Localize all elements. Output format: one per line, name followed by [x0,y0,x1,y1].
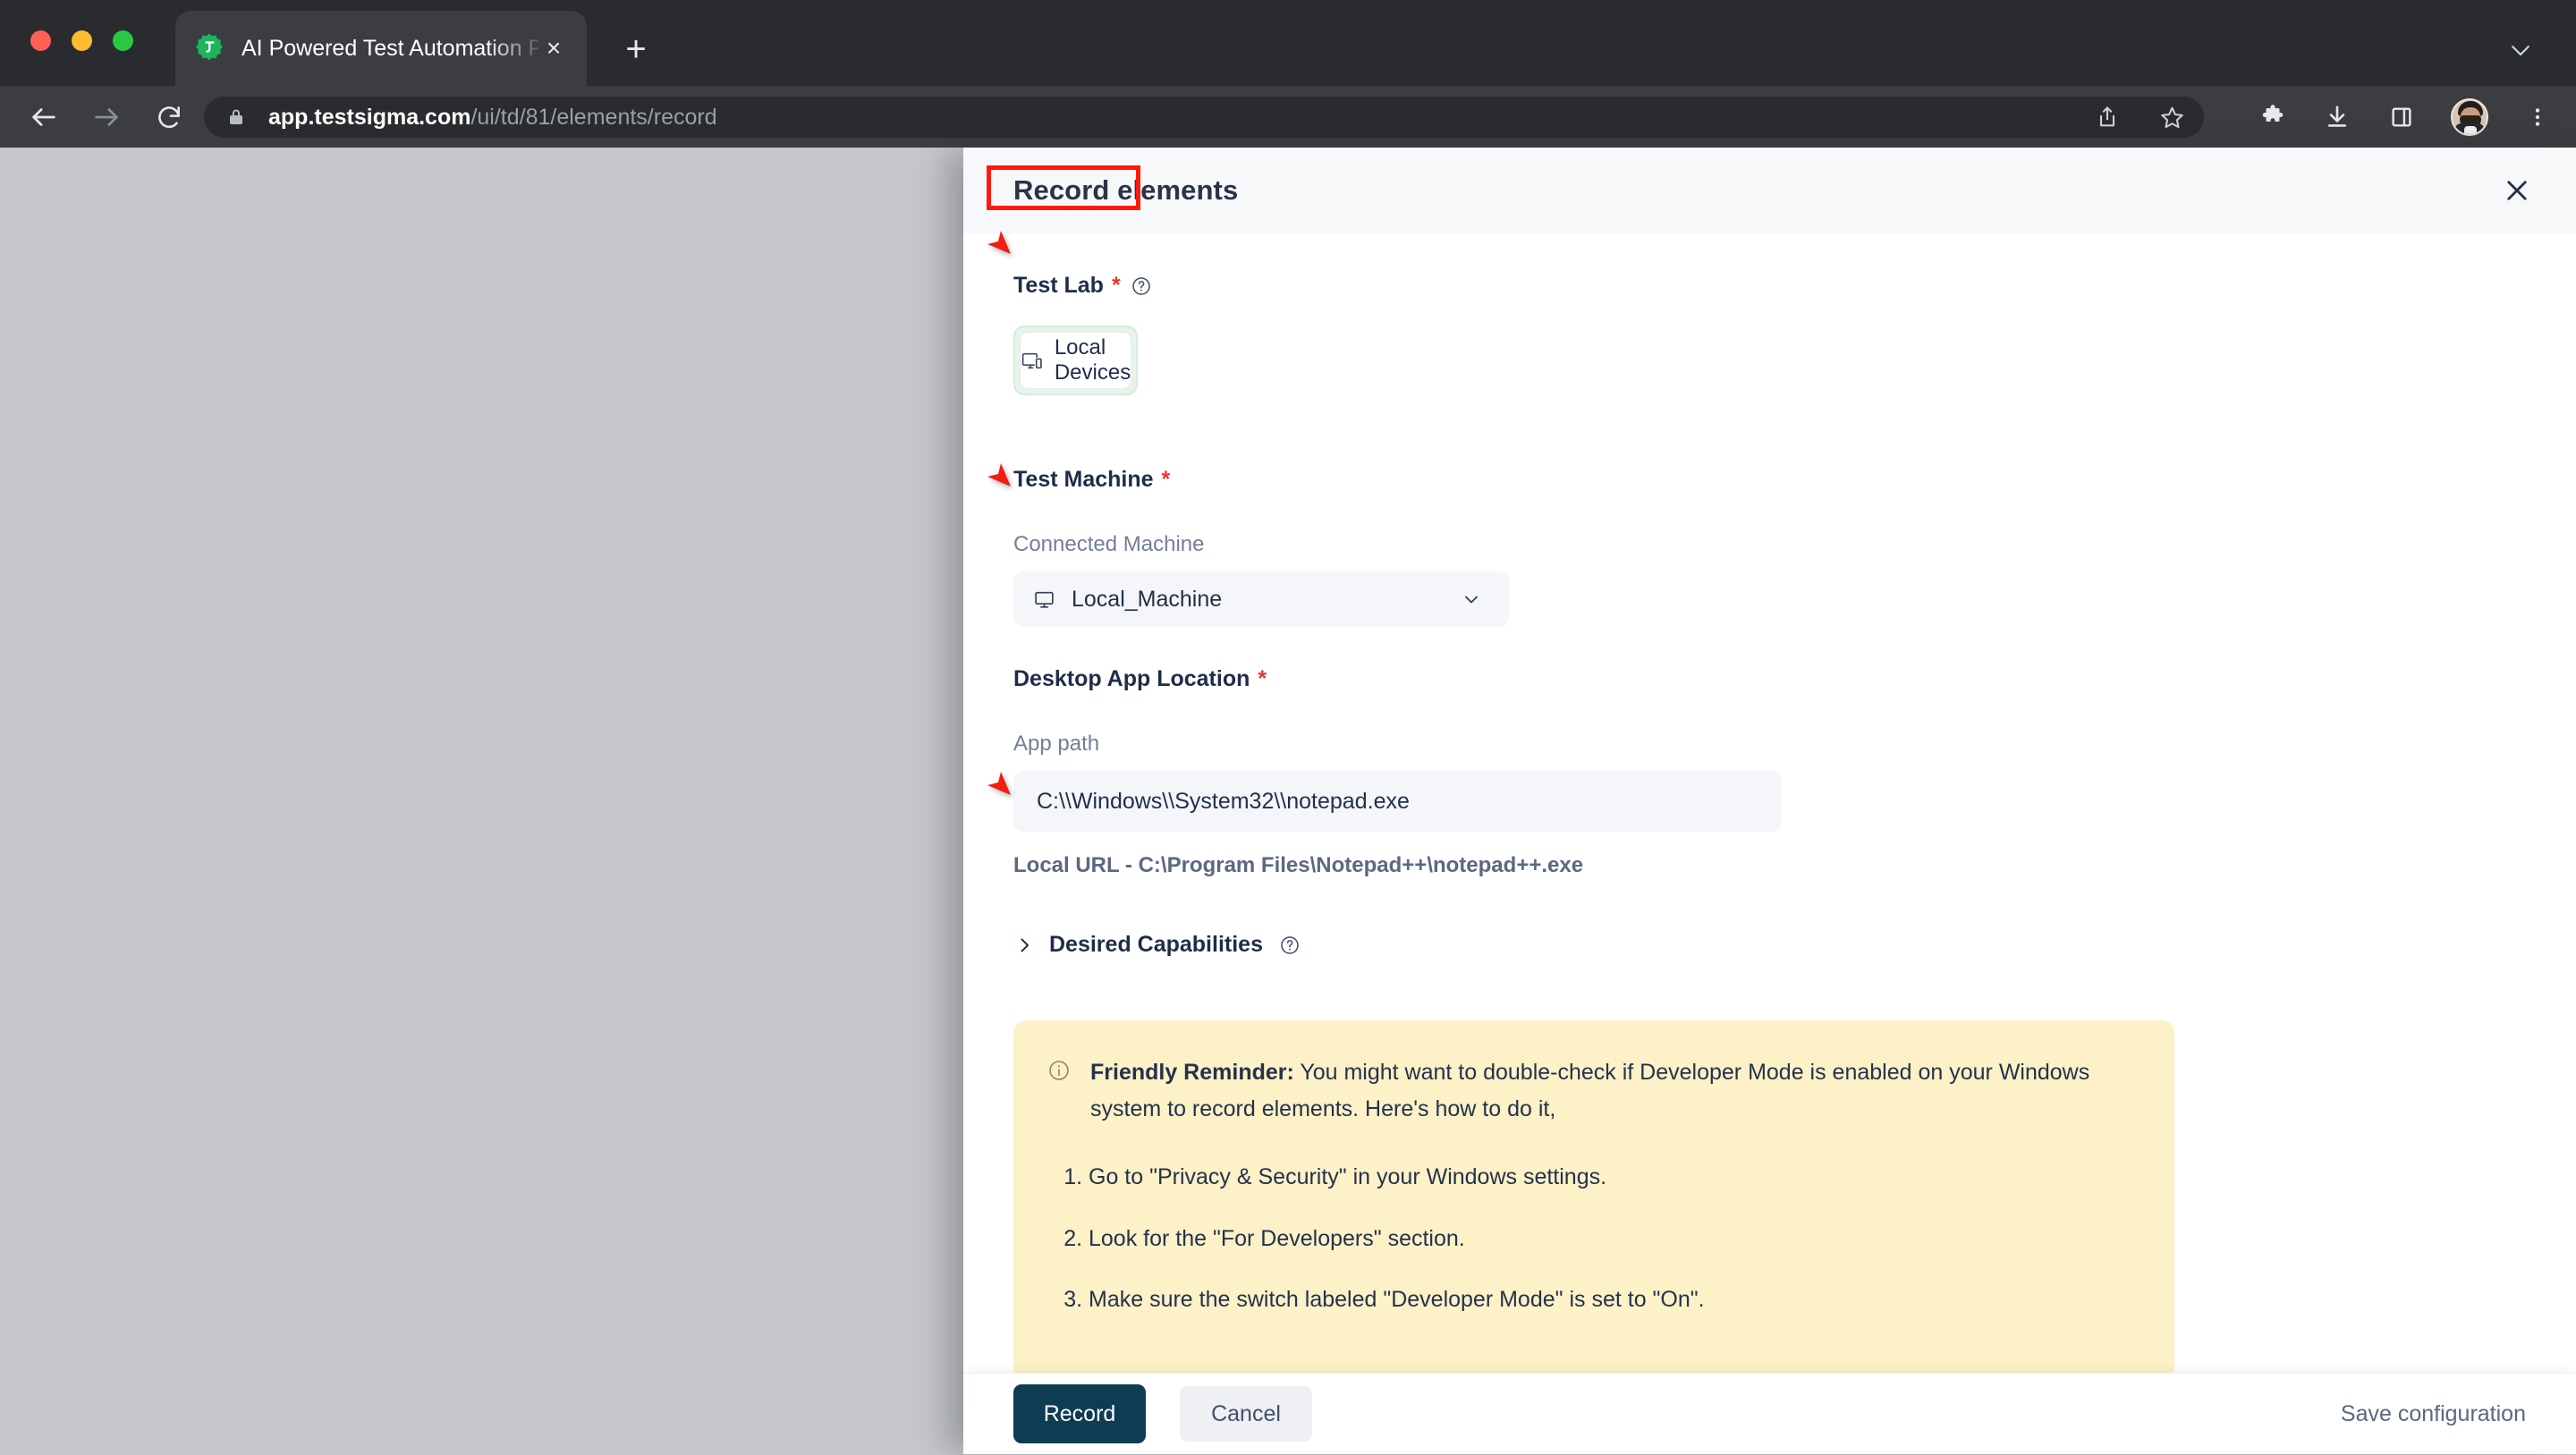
side-panel-icon[interactable] [2386,102,2417,132]
desktop-app-location-label-text: Desktop App Location [1013,666,1250,691]
test-lab-option-selected-ring: Local Devices [1013,326,1138,395]
share-icon[interactable] [2093,103,2122,131]
modal-body: Test Lab * Local Devices Test Machine * … [963,233,2576,1373]
connected-machine-label: Connected Machine [1013,532,1205,556]
window-traffic-lights [30,30,133,51]
close-window-button[interactable] [30,30,51,51]
chevron-down-icon[interactable] [2501,30,2540,70]
connected-machine-value: Local_Machine [1072,586,1223,612]
list-item: Look for the "For Developers" section. [1089,1221,2135,1257]
devices-icon [1021,350,1043,372]
desired-capabilities-label: Desired Capabilities [1049,932,1263,957]
app-path-hint: Local URL - C:\Program Files\Notepad++\n… [1013,853,1584,877]
download-icon[interactable] [2322,102,2352,132]
back-arrow-icon[interactable] [20,93,68,141]
required-asterisk: * [1111,273,1121,298]
testsigma-logo-icon [193,32,225,64]
desktop-app-location-label: Desktop App Location * [1013,666,2526,692]
chevron-down-icon[interactable] [1461,571,1482,627]
maximize-window-button[interactable] [113,30,133,51]
reload-icon[interactable] [145,93,193,141]
modal-footer: Record Cancel Save configuration [963,1373,2576,1454]
browser-toolbar: app.testsigma.com/ui/td/81/elements/reco… [0,86,2576,148]
connected-machine-select[interactable]: Local_Machine [1013,571,1509,627]
test-lab-label: Test Lab * [1013,273,2526,299]
record-elements-modal: Record elements Test Lab * Local Devices… [963,148,2576,1454]
chevron-right-icon [1013,935,1035,956]
close-icon[interactable] [2497,171,2537,210]
reminder-steps: Go to "Privacy & Security" in your Windo… [1089,1159,2135,1318]
tab-title: AI Powered Test Automation Pl [242,35,538,61]
address-bar-url: app.testsigma.com/ui/td/81/elements/reco… [268,105,717,131]
omnibox-actions [2093,97,2186,138]
question-circle-icon[interactable] [1279,935,1301,956]
url-path: /ui/td/81/elements/record [470,104,717,130]
question-circle-icon[interactable] [1131,275,1152,297]
test-machine-label-text: Test Machine [1013,467,1154,492]
required-asterisk: * [1258,666,1267,691]
desired-capabilities-toggle[interactable]: Desired Capabilities [1013,932,2526,958]
required-asterisk: * [1161,467,1171,492]
page-title: Record elements [1013,174,1239,206]
browser-chrome: AI Powered Test Automation Pl × + app.te… [0,0,2576,148]
browser-tab[interactable]: AI Powered Test Automation Pl × [175,11,587,86]
lock-icon [225,106,249,128]
tab-close-icon[interactable]: × [538,33,569,63]
list-item: Go to "Privacy & Security" in your Windo… [1089,1159,2135,1196]
test-lab-option-label: Local Devices [1054,335,1131,385]
list-item: Make sure the switch labeled "Developer … [1089,1282,2135,1318]
test-lab-option-local-devices[interactable]: Local Devices [1020,332,1131,389]
forward-arrow-icon[interactable] [82,93,131,141]
test-lab-label-text: Test Lab [1013,273,1104,298]
new-tab-button[interactable]: + [617,30,655,68]
save-configuration-button[interactable]: Save configuration [2341,1374,2526,1455]
record-button[interactable]: Record [1013,1384,1146,1443]
modal-header: Record elements [963,148,2576,233]
info-circle-icon [1047,1059,1072,1082]
url-domain: app.testsigma.com [268,104,471,130]
test-machine-label: Test Machine * [1013,467,2526,493]
app-path-label: App path [1013,732,1100,756]
reminder-text: Friendly Reminder: You might want to dou… [1090,1054,2135,1127]
address-bar[interactable]: app.testsigma.com/ui/td/81/elements/reco… [204,97,2204,138]
toolbar-right-actions [2258,86,2553,148]
tab-strip: AI Powered Test Automation Pl × + [0,0,2576,86]
monitor-icon [1033,588,1055,611]
cancel-button[interactable]: Cancel [1180,1386,1312,1442]
reminder-header: Friendly Reminder: You might want to dou… [1047,1054,2135,1127]
three-dots-icon[interactable] [2522,102,2553,132]
friendly-reminder-callout: Friendly Reminder: You might want to dou… [1013,1020,2174,1373]
minimize-window-button[interactable] [72,30,92,51]
star-icon[interactable] [2157,103,2186,131]
puzzle-icon[interactable] [2258,102,2288,132]
reminder-lead: Friendly Reminder: [1090,1060,1294,1085]
app-path-input[interactable]: C:\\Windows\\System32\\notepad.exe [1013,771,1782,832]
avatar[interactable] [2451,97,2488,136]
